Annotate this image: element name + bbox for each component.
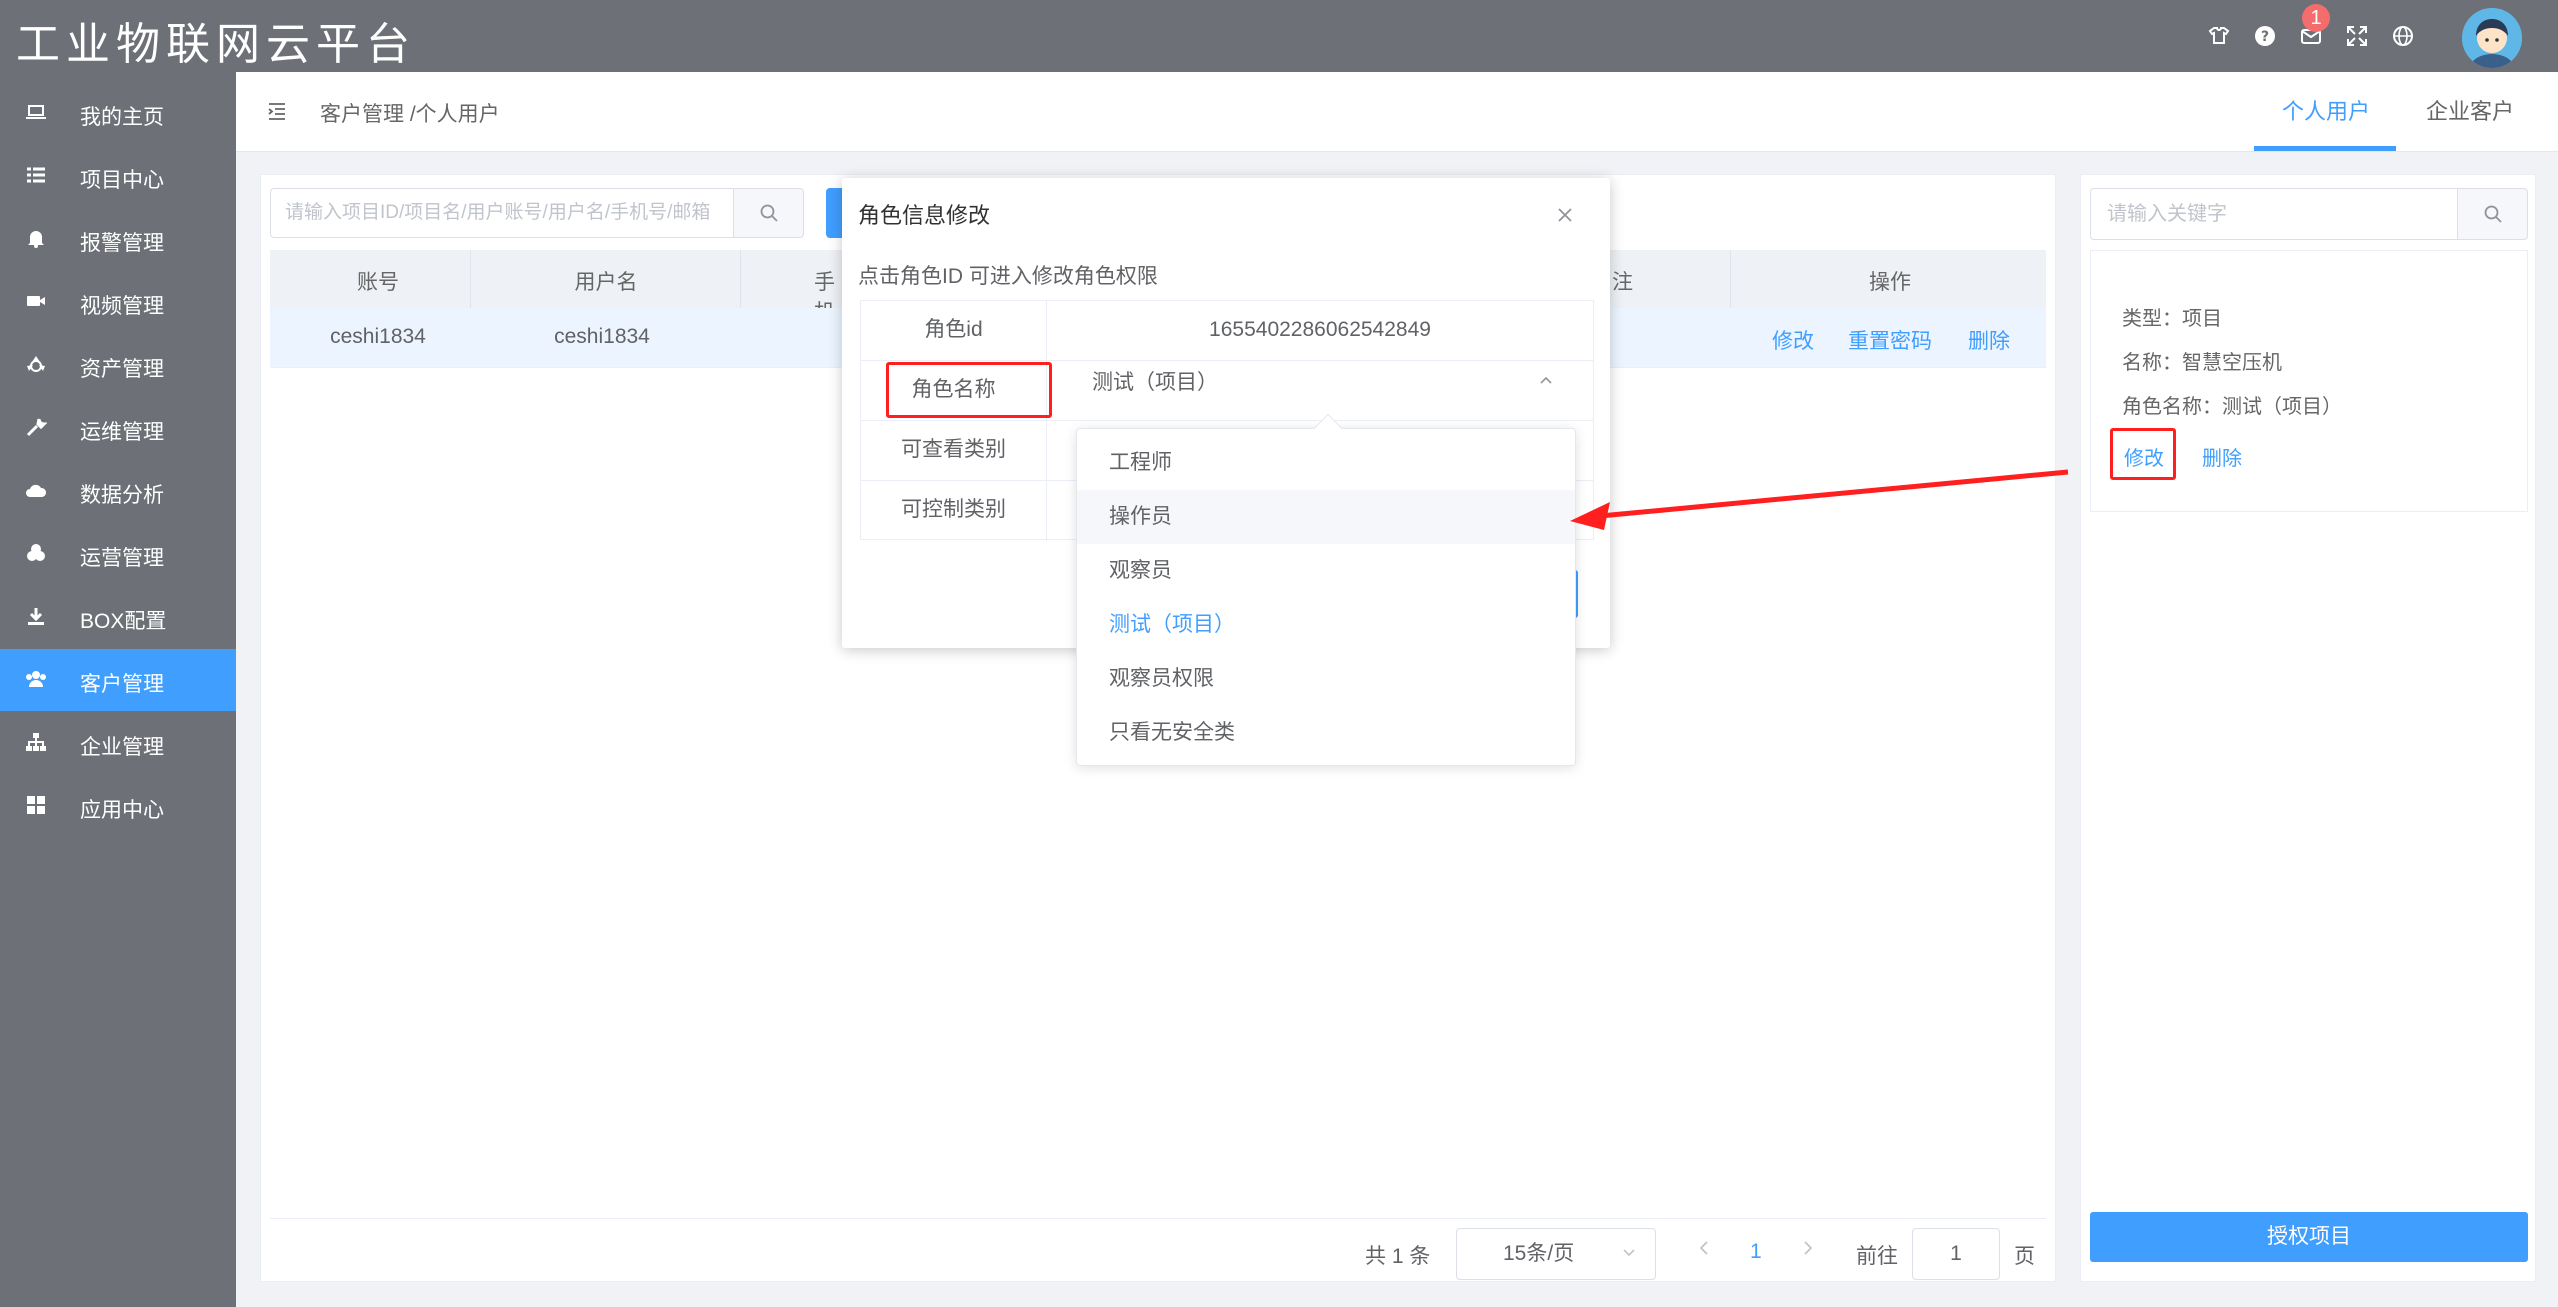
annotation-arrow [1570, 469, 2069, 530]
